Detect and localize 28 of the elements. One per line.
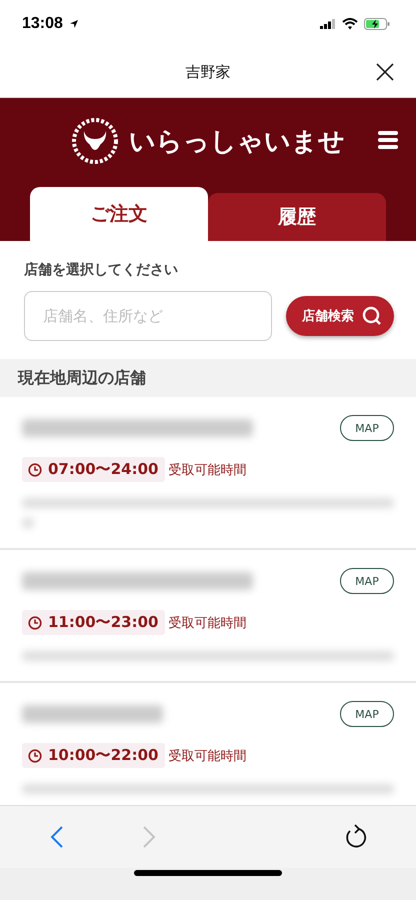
tab[interactable]: 履歴 <box>208 193 386 241</box>
search-label: 店舗を選択してください <box>24 261 179 279</box>
tab[interactable]: ご注文 <box>30 187 208 241</box>
map-button[interactable]: MAP <box>340 568 394 594</box>
section-header: 現在地周辺の店舗 <box>0 359 416 397</box>
page-title: 吉野家 <box>186 63 230 82</box>
hours-badge: 07:00〜24:00 <box>22 457 164 482</box>
search-icon <box>362 306 382 326</box>
hours-badge: 11:00〜23:00 <box>22 610 164 635</box>
map-button[interactable]: MAP <box>340 415 394 441</box>
map-button[interactable]: MAP <box>340 701 394 727</box>
hours-label: 受取可能時間 <box>168 748 246 764</box>
bull-logo-icon <box>71 117 119 165</box>
location-arrow-icon <box>68 19 79 29</box>
back-icon[interactable] <box>50 825 64 849</box>
battery-icon <box>364 18 390 30</box>
greeting-title: いらっしゃいませ <box>129 126 345 158</box>
hours-label: 受取可能時間 <box>168 462 246 478</box>
close-icon[interactable] <box>376 63 394 81</box>
reload-icon[interactable] <box>344 824 368 850</box>
menu-icon[interactable] <box>378 131 398 149</box>
hours-badge: 10:00〜22:00 <box>22 743 164 768</box>
store-search-button[interactable]: 店舗検索 <box>286 296 394 336</box>
search-field[interactable]: 店舗名、住所など <box>24 291 272 341</box>
status-time: 13:08 <box>22 15 63 33</box>
wifi-icon <box>342 18 358 30</box>
signal-icon <box>320 19 336 29</box>
hours-label: 受取可能時間 <box>168 614 246 632</box>
